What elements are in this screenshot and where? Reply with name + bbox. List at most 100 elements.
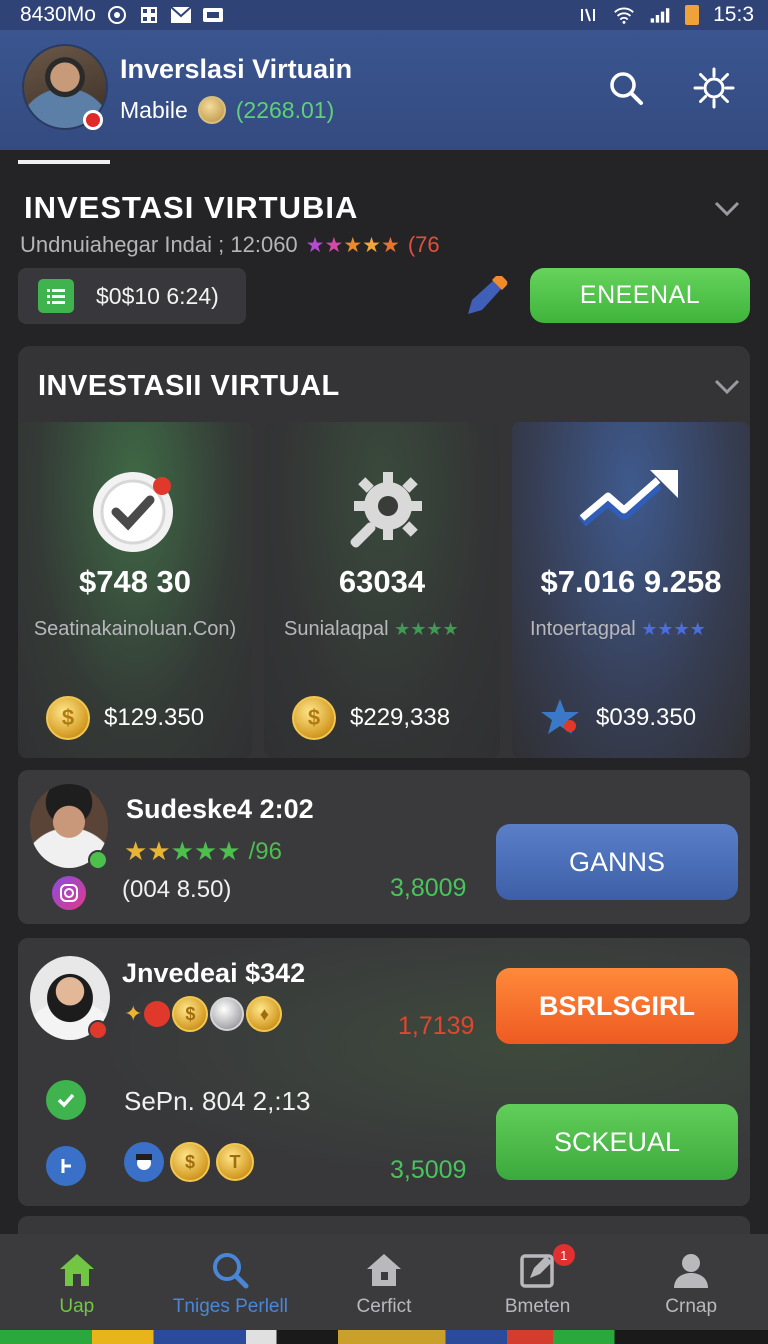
- nav-label-cerfict: Cerfict: [356, 1296, 412, 1317]
- alert-badge: [88, 1020, 108, 1040]
- stat-value-1: $748 30: [78, 564, 192, 599]
- search-button[interactable]: [604, 66, 648, 110]
- brightness-button[interactable]: [692, 66, 736, 110]
- stat-footer-value-2: $229,338: [350, 704, 451, 731]
- nav-item-crnap[interactable]: Crnap: [614, 1234, 768, 1330]
- bottom-navigation: Uap Tniges Perlell Cerfict 1 Bmeten Crna…: [0, 1234, 768, 1330]
- trend-up-icon: [512, 462, 750, 558]
- gold-coin-icon: $: [170, 1142, 210, 1182]
- stat-footer-value-1: $129.350: [104, 704, 205, 731]
- rating-stars: ★★★★★: [305, 234, 400, 257]
- user-name-2: Jnvedeai $342: [122, 958, 306, 988]
- user-value-3: 3,5009: [390, 1156, 467, 1184]
- user-value-2: 1,7139: [398, 1012, 475, 1040]
- nfc-icon: [577, 5, 599, 25]
- stat-value-2: 63034: [338, 564, 426, 599]
- section1-meta-text: Undnuiahegar Indai ; 12:060: [20, 232, 298, 257]
- rating-count: (76: [407, 232, 440, 257]
- trophy-coin-icon: T: [216, 1143, 254, 1181]
- status-time-left: 8430Mo: [20, 3, 96, 26]
- search-icon: [610, 72, 643, 105]
- balance-pill[interactable]: $0$10 6:24): [18, 268, 246, 324]
- user-sub-2: SePn. 804 2,:13: [124, 1086, 311, 1116]
- stat-footer-2: $ $229,338: [292, 696, 450, 740]
- user-rating-row-1: ★★★★★ /96: [124, 836, 282, 867]
- app-header: Inverslasi Virtuain Mabile (2268.01): [0, 30, 768, 150]
- reward-icons-row-2: $ T: [124, 1142, 254, 1182]
- rating-stars-green: ★★★★: [394, 619, 459, 639]
- stat-footer-3: $039.350: [538, 696, 696, 740]
- section2-collapse-button[interactable]: [712, 372, 742, 402]
- stat-label-2: Sunialaqpal: [284, 618, 389, 640]
- search-icon: [210, 1250, 250, 1290]
- gold-coin-icon: $: [292, 696, 336, 740]
- star-badge-icon: [538, 696, 582, 740]
- active-tab-indicator: [18, 160, 110, 164]
- primary-action-button[interactable]: ENEENAL: [530, 268, 750, 323]
- header-subtitle: Mabile: [120, 96, 188, 123]
- status-time-right: 15:3: [713, 3, 754, 26]
- battery-icon: [685, 5, 700, 25]
- nav-label-crnap: Crnap: [665, 1296, 718, 1317]
- instagram-icon[interactable]: [52, 876, 86, 910]
- rating-count-1: /96: [248, 837, 282, 865]
- mail-icon: [170, 5, 192, 25]
- nav-item-cerfict[interactable]: Cerfict: [307, 1234, 461, 1330]
- rating-stars-blue: ★★★★: [641, 619, 706, 639]
- stat-value-3: $7.016 9.258: [540, 564, 722, 599]
- gold-coin-icon: $: [172, 996, 209, 1032]
- nav-label-bmeten: Bmeten: [504, 1296, 571, 1317]
- schedule-button[interactable]: SCKEUAL: [496, 1104, 738, 1180]
- whatsapp-icon: [106, 5, 128, 25]
- stat-footer-1: $ $129.350: [46, 696, 204, 740]
- status-bar: 8430Mo 15:3: [0, 0, 768, 30]
- list-icon: [38, 279, 74, 313]
- app-badge-icon: [202, 5, 224, 25]
- header-subtitle-row: Mabile (2268.01): [120, 96, 334, 124]
- silver-coin-icon: [210, 997, 245, 1031]
- header-balance: (2268.01): [235, 96, 335, 123]
- gains-button[interactable]: GANNS: [496, 824, 738, 900]
- notification-badge: 1: [552, 1244, 575, 1266]
- rating-stars: ★★★★★: [124, 836, 241, 866]
- stat-label-2-row: Sunialaqpal ★★★★: [264, 618, 500, 641]
- bottom-image-strip: [0, 1330, 768, 1344]
- grid-icon: [138, 5, 160, 25]
- online-status-dot: [83, 110, 103, 130]
- nav-item-home[interactable]: Uap: [0, 1234, 154, 1330]
- gold-coin-icon: $: [46, 696, 90, 740]
- edit-pen-button[interactable]: [462, 274, 508, 320]
- nav-item-search[interactable]: Tniges Perlell: [154, 1234, 308, 1330]
- captain-avatar-icon: [124, 1142, 164, 1182]
- home-icon: [57, 1250, 97, 1290]
- stat-label-3-row: Intoertagpal ★★★★: [512, 618, 750, 641]
- stat-footer-value-3: $039.350: [596, 704, 697, 731]
- user-sub-1: (004 8.50): [122, 876, 232, 903]
- bsrlsgirl-button[interactable]: BSRLSGIRL: [496, 968, 738, 1044]
- gear-wrench-icon: [264, 462, 500, 558]
- stat-label-1: Seatinakainoluan.Con): [33, 618, 237, 640]
- coin-icon: [197, 96, 226, 124]
- signal-icon: [649, 5, 671, 25]
- balance-pill-value: $0$10 6:24): [96, 282, 219, 309]
- section-title-primary: INVESTASI VIRTUBIA: [24, 190, 359, 225]
- nav-item-bmeten[interactable]: 1 Bmeten: [461, 1234, 615, 1330]
- section1-collapse-button[interactable]: [712, 194, 742, 224]
- app-title: Inverslasi Virtuain: [120, 54, 353, 84]
- nav-label-search: Tniges Perlell: [172, 1296, 288, 1317]
- check-badge-icon: [18, 462, 252, 558]
- user-name-1: Sudeske4 2:02: [126, 794, 314, 824]
- wifi-icon: [613, 5, 635, 25]
- clock-icon: [46, 1146, 86, 1186]
- sparkle-icon: ✦: [124, 1001, 143, 1026]
- sun-icon: [693, 67, 735, 109]
- stat-label-3: Intoertagpal: [530, 618, 636, 640]
- section-title-secondary: INVESTASII VIRTUAL: [38, 370, 340, 402]
- chevron-down-icon: [714, 201, 740, 217]
- section1-meta: Undnuiahegar Indai ; 12:060 ★★★★★ (76: [20, 232, 440, 258]
- red-token-icon: [144, 1001, 171, 1027]
- user-value-1: 3,8009: [390, 874, 467, 902]
- bulb-coin-icon: ♦: [246, 996, 283, 1032]
- person-icon: [671, 1250, 711, 1290]
- online-badge: [88, 850, 108, 870]
